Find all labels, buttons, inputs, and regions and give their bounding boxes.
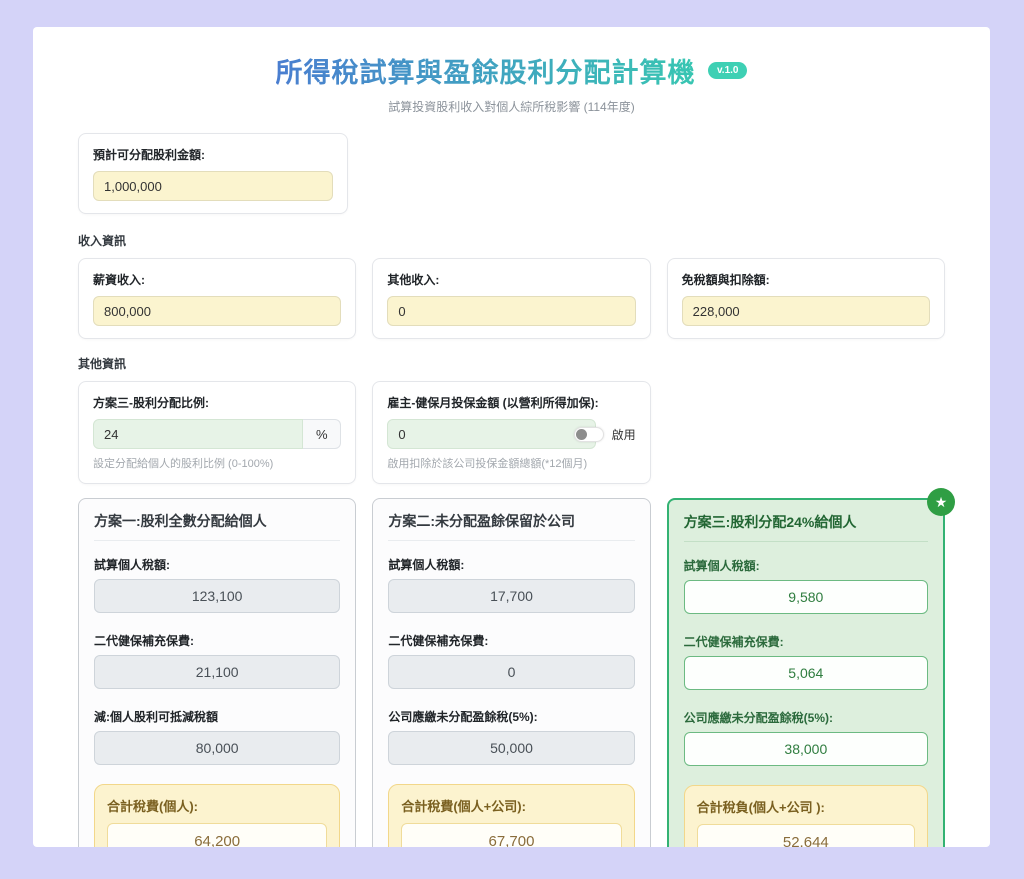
exemption-deduction-input[interactable]	[682, 296, 930, 326]
plan-2-retained-tax-label: 公司應繳未分配盈餘稅(5%):	[388, 708, 634, 725]
exemption-deduction-card: 免稅額與扣除額:	[667, 258, 945, 339]
insurance-amount-label: 雇主-健保月投保金額 (以營利所得加保):	[387, 394, 635, 411]
plan-2-title: 方案二:未分配盈餘保留於公司	[388, 511, 634, 541]
other-section-heading: 其他資訊	[78, 355, 945, 372]
plan-3-total-label: 合計稅負(個人+公司 ):	[697, 797, 915, 816]
plan-3-nhi-premium-label: 二代健保補充保費:	[684, 633, 928, 650]
dividend-ratio-input[interactable]	[93, 419, 303, 449]
income-section-heading: 收入資訊	[78, 232, 945, 249]
plans-row: 方案一:股利全數分配給個人 試算個人稅額: 123,100 二代健保補充保費: …	[78, 498, 945, 847]
percent-suffix: %	[303, 419, 341, 449]
plan-1-nhi-premium-value: 21,100	[94, 655, 340, 689]
plan-3-title: 方案三:股利分配24%給個人	[684, 512, 928, 542]
insurance-amount-hint: 啟用扣除於該公司投保金額總額(*12個月)	[387, 455, 635, 471]
version-badge: v.1.0	[708, 62, 748, 79]
plan-2-total-value: 67,700	[401, 823, 621, 847]
plan-2-nhi-premium-label: 二代健保補充保費:	[388, 632, 634, 649]
other-income-label: 其他收入:	[387, 271, 635, 288]
plan-3-total-value: 52,644	[697, 824, 915, 847]
main-container: 所得稅試算與盈餘股利分配計算機 v.1.0 試算投資股利收入對個人綜所稅影響 (…	[33, 27, 990, 847]
page-title: 所得稅試算與盈餘股利分配計算機	[276, 51, 696, 90]
plan-1-personal-tax-label: 試算個人稅額:	[94, 556, 340, 573]
plan-3-retained-tax-value: 38,000	[684, 732, 928, 766]
plan-1-credit-label: 減:個人股利可抵減稅額	[94, 708, 340, 725]
dividend-amount-label: 預計可分配股利金額:	[93, 146, 333, 163]
plan-card-1: 方案一:股利全數分配給個人 試算個人稅額: 123,100 二代健保補充保費: …	[78, 498, 356, 847]
plan-2-total-box: 合計稅費(個人+公司): 67,700	[388, 784, 634, 847]
dividend-ratio-card: 方案三-股利分配比例: % 設定分配給個人的股利比例 (0-100%)	[78, 381, 356, 484]
dividend-ratio-hint: 設定分配給個人的股利比例 (0-100%)	[93, 455, 341, 471]
dividend-amount-card: 預計可分配股利金額:	[78, 133, 348, 214]
exemption-deduction-label: 免稅額與扣除額:	[682, 271, 930, 288]
plan-3-nhi-premium-value: 5,064	[684, 656, 928, 690]
dividend-amount-input[interactable]	[93, 171, 333, 201]
plan-1-total-value: 64,200	[107, 823, 327, 847]
plan-1-total-box: 合計稅費(個人): 64,200	[94, 784, 340, 847]
dividend-ratio-label: 方案三-股利分配比例:	[93, 394, 341, 411]
page-header: 所得稅試算與盈餘股利分配計算機 v.1.0 試算投資股利收入對個人綜所稅影響 (…	[78, 51, 945, 115]
salary-income-label: 薪資收入:	[93, 271, 341, 288]
plan-2-retained-tax-value: 50,000	[388, 731, 634, 765]
plan-1-nhi-premium-label: 二代健保補充保費:	[94, 632, 340, 649]
plan-1-total-label: 合計稅費(個人):	[107, 796, 327, 815]
other-info-spacer	[667, 381, 945, 484]
plan-1-personal-tax-value: 123,100	[94, 579, 340, 613]
salary-income-input[interactable]	[93, 296, 341, 326]
plan-3-total-box: 合計稅負(個人+公司 ): 52,644	[684, 785, 928, 847]
enable-toggle-label: 啟用	[612, 426, 636, 443]
insurance-amount-input[interactable]	[387, 419, 595, 449]
star-badge: ★	[927, 488, 955, 516]
plan-card-3-recommended: ★ 方案三:股利分配24%給個人 試算個人稅額: 9,580 二代健保補充保費:…	[667, 498, 945, 847]
plan-1-title: 方案一:股利全數分配給個人	[94, 511, 340, 541]
plan-2-total-label: 合計稅費(個人+公司):	[401, 796, 621, 815]
page-subtitle: 試算投資股利收入對個人綜所稅影響 (114年度)	[78, 98, 945, 115]
plan-card-2: 方案二:未分配盈餘保留於公司 試算個人稅額: 17,700 二代健保補充保費: …	[372, 498, 650, 847]
plan-3-retained-tax-label: 公司應繳未分配盈餘稅(5%):	[684, 709, 928, 726]
income-row: 薪資收入: 其他收入: 免稅額與扣除額:	[78, 258, 945, 339]
plan-3-personal-tax-value: 9,580	[684, 580, 928, 614]
salary-income-card: 薪資收入:	[78, 258, 356, 339]
star-icon: ★	[935, 494, 948, 511]
other-income-input[interactable]	[387, 296, 635, 326]
plan-2-personal-tax-label: 試算個人稅額:	[388, 556, 634, 573]
plan-1-credit-value: 80,000	[94, 731, 340, 765]
plan-2-personal-tax-value: 17,700	[388, 579, 634, 613]
insurance-amount-card: 雇主-健保月投保金額 (以營利所得加保): 啟用 啟用扣除於該公司投保金額總額(…	[372, 381, 650, 484]
enable-toggle[interactable]	[574, 427, 604, 442]
toggle-knob-icon	[576, 429, 587, 440]
other-income-card: 其他收入:	[372, 258, 650, 339]
plan-3-personal-tax-label: 試算個人稅額:	[684, 557, 928, 574]
other-info-row: 方案三-股利分配比例: % 設定分配給個人的股利比例 (0-100%) 雇主-健…	[78, 381, 945, 484]
plan-2-nhi-premium-value: 0	[388, 655, 634, 689]
